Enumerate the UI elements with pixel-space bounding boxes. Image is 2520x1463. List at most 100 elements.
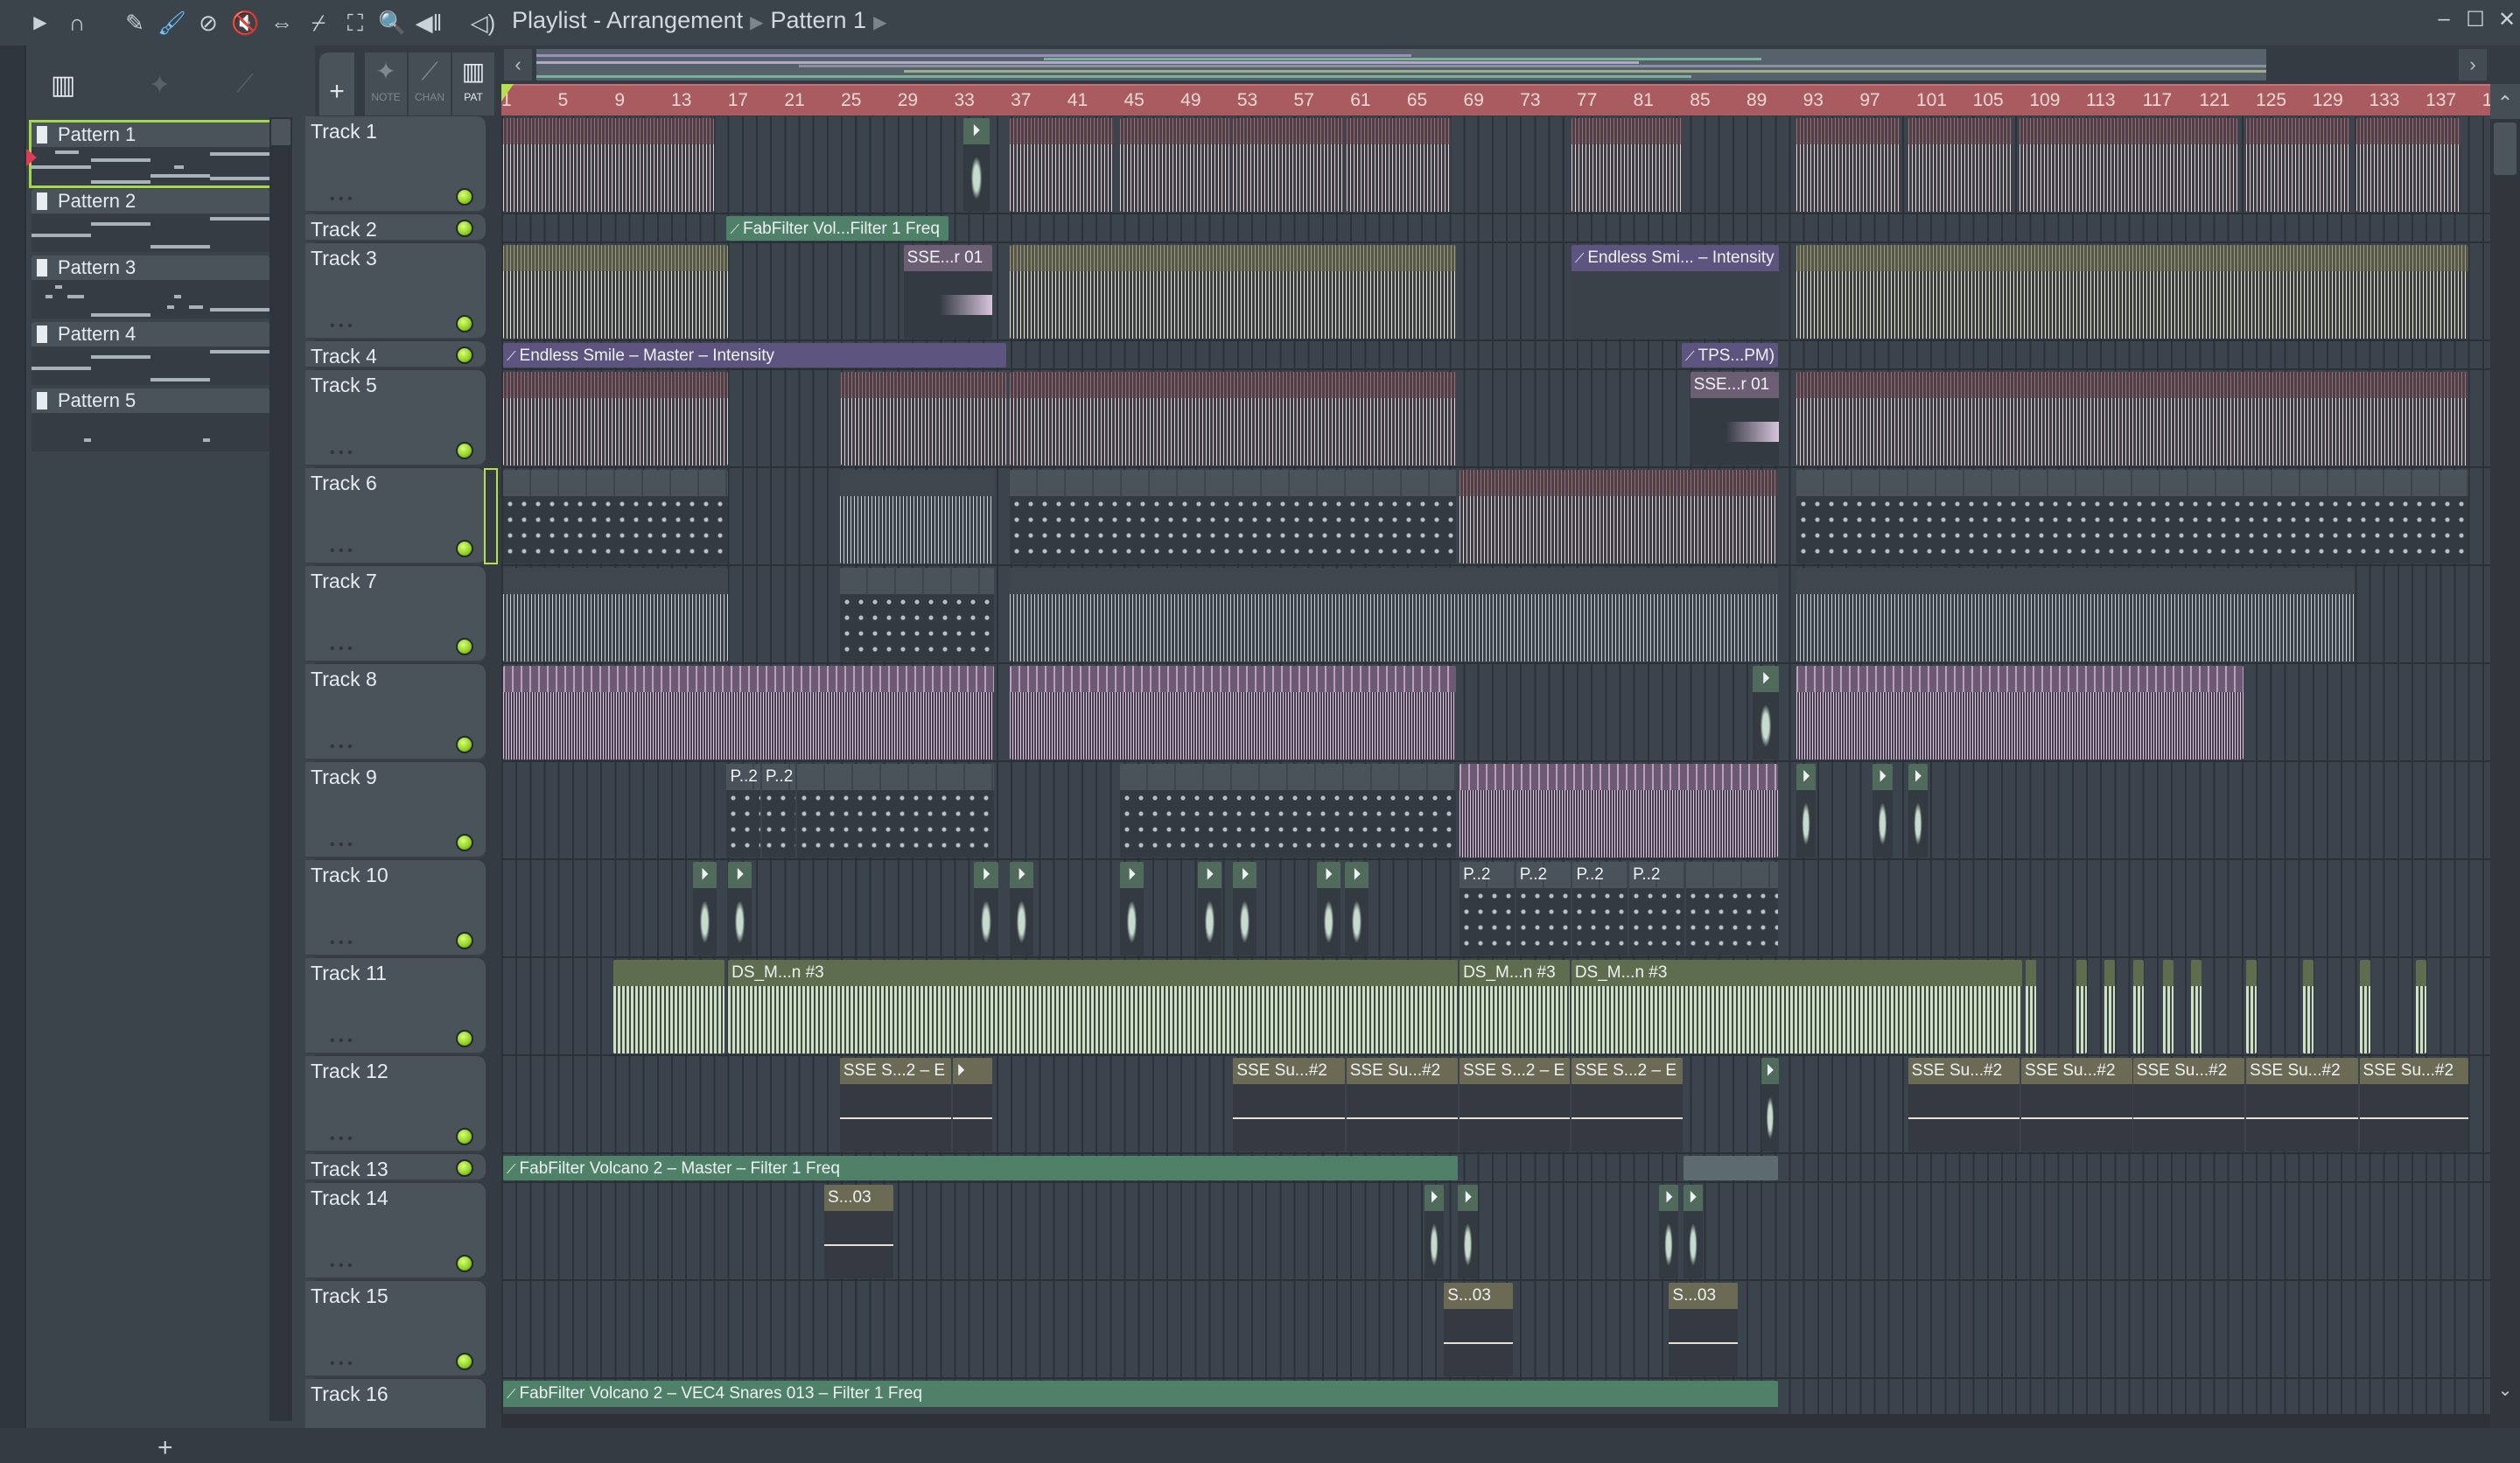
piano-roll-icon[interactable]: ▥ xyxy=(51,70,75,101)
clip[interactable] xyxy=(2025,960,2036,1054)
clip[interactable] xyxy=(2191,960,2202,1054)
clip[interactable]: S...03 xyxy=(824,1185,893,1278)
clip-header[interactable] xyxy=(503,245,728,271)
ruler-bar-number[interactable]: 21 xyxy=(784,90,804,111)
clip-header[interactable] xyxy=(613,960,725,986)
clip-header[interactable]: ⏵ xyxy=(1424,1185,1444,1211)
clip-header[interactable]: ⏵ xyxy=(1009,862,1033,888)
track-mute-led[interactable] xyxy=(456,932,473,949)
clip[interactable] xyxy=(797,764,994,858)
ruler-bar-number[interactable]: 13 xyxy=(671,90,691,111)
pattern-item[interactable]: Pattern 4 xyxy=(32,322,270,385)
pattern-item[interactable]: Pattern 5 xyxy=(32,388,270,452)
clip[interactable] xyxy=(839,470,994,564)
clip-header[interactable] xyxy=(1120,764,1457,790)
clip[interactable]: ⏵ xyxy=(1872,764,1893,858)
clip[interactable]: ⏵ xyxy=(1908,764,1928,858)
clip-header[interactable]: ⏵ xyxy=(962,118,990,144)
clip-header[interactable]: SSE Su...#2 xyxy=(2021,1058,2133,1084)
track-options-icon[interactable]: • • • xyxy=(330,1131,353,1147)
clip-header[interactable]: SSE S...2 – E xyxy=(1571,1058,1684,1084)
ruler-bar-number[interactable]: 137 xyxy=(2426,90,2456,111)
clip-header[interactable]: ⟋ FabFilter Volcano 2 – VEC4 Snares 013 –… xyxy=(503,1381,1778,1407)
clip-header[interactable]: ⏵ xyxy=(1659,1185,1679,1211)
pattern-item[interactable]: Pattern 3 xyxy=(32,256,270,318)
ruler-bar-number[interactable]: 69 xyxy=(1464,90,1484,111)
clip[interactable] xyxy=(1009,568,1778,662)
track-mute-led[interactable] xyxy=(456,315,473,332)
clip[interactable] xyxy=(1683,1156,1778,1180)
clip-header[interactable]: P..2 xyxy=(1460,862,1515,888)
clip-header[interactable]: ⏵ xyxy=(1796,764,1816,790)
clip-header[interactable]: ⟋ FabFilter Volcano 2 – Master – Filter 1… xyxy=(503,1156,1458,1180)
clip[interactable]: ⏵ xyxy=(953,1058,993,1152)
clip[interactable] xyxy=(2416,960,2427,1054)
clip[interactable] xyxy=(1571,118,1684,212)
clip[interactable]: ⟋ FabFilter Vol...Filter 1 Freq xyxy=(726,216,948,241)
track-mute-led[interactable] xyxy=(456,220,473,237)
clip[interactable]: ⟋ Endless Smi... – Intensity xyxy=(1571,245,1780,339)
track-mute-led[interactable] xyxy=(456,1128,473,1145)
track-mute-led[interactable] xyxy=(456,1030,473,1047)
clip[interactable]: ⟋ Endless Smile – Master – Intensity xyxy=(503,343,1007,368)
clip[interactable]: ⏵ xyxy=(1197,862,1222,956)
clip-header[interactable] xyxy=(1796,470,2468,496)
track-mute-led[interactable] xyxy=(456,188,473,206)
clip-header[interactable]: S...03 xyxy=(1444,1283,1514,1309)
close-button[interactable]: ✕ xyxy=(2494,7,2520,33)
clip-header[interactable] xyxy=(1009,118,1115,144)
delete-icon[interactable]: ⊘ xyxy=(194,9,222,37)
track-options-icon[interactable]: • • • xyxy=(330,1356,353,1372)
slice-icon[interactable]: ⌿ xyxy=(304,9,332,37)
ruler-bar-number[interactable]: 53 xyxy=(1237,90,1257,111)
ruler-bar-number[interactable]: 101 xyxy=(1916,90,1947,111)
clip[interactable] xyxy=(1908,118,2012,212)
select-icon[interactable]: ⛶ xyxy=(341,9,369,37)
clip[interactable]: SSE Su...#2 xyxy=(1346,1058,1459,1152)
clip-header[interactable] xyxy=(1460,470,1778,496)
clip-header[interactable] xyxy=(1796,568,2356,594)
clip[interactable] xyxy=(2162,960,2174,1054)
clip[interactable] xyxy=(1120,118,1232,212)
ruler-bar-number[interactable]: 125 xyxy=(2256,90,2286,111)
clip[interactable] xyxy=(1009,666,1457,760)
clip[interactable]: ⏵ xyxy=(1345,862,1369,956)
ruler-bar-number[interactable]: 81 xyxy=(1634,90,1654,111)
clip[interactable] xyxy=(841,372,1007,466)
clip[interactable]: SSE Su...#2 xyxy=(1908,1058,2020,1152)
clip-header[interactable] xyxy=(1346,118,1451,144)
clip-header[interactable]: ⏵ xyxy=(974,862,998,888)
clip-header[interactable]: S...03 xyxy=(824,1185,893,1211)
track-options-icon[interactable]: • • • xyxy=(330,1258,353,1274)
track-options-icon[interactable]: • • • xyxy=(330,837,353,853)
ruler-bar-number[interactable]: 17 xyxy=(728,90,748,111)
clip[interactable]: ⏵ xyxy=(1796,764,1816,858)
tab-pat[interactable]: ▥ PAT xyxy=(452,52,494,116)
clip[interactable] xyxy=(1796,372,2468,466)
track-options-icon[interactable]: • • • xyxy=(330,1033,353,1049)
clip-header[interactable] xyxy=(2025,960,2036,986)
clip[interactable]: SSE...r 01 xyxy=(903,245,993,339)
clip-header[interactable] xyxy=(2162,960,2174,986)
track-header[interactable]: Track 13 xyxy=(305,1154,486,1181)
clip[interactable]: ⏵ xyxy=(1233,862,1257,956)
clip-header[interactable] xyxy=(2356,118,2461,144)
clip-header[interactable]: P..2 xyxy=(1572,862,1628,888)
pattern-header[interactable]: Pattern 5 xyxy=(32,388,270,413)
clip[interactable] xyxy=(1460,470,1778,564)
clip-header[interactable]: ⏵ xyxy=(1760,1058,1780,1084)
scroll-thumb[interactable] xyxy=(2494,122,2516,175)
clip[interactable]: ⏵ xyxy=(692,862,717,956)
magnet-snap-icon[interactable]: ∩ xyxy=(63,9,91,37)
clip-header[interactable]: ⏵ xyxy=(692,862,717,888)
clip[interactable]: DS_M...n #3 xyxy=(1571,960,2023,1054)
ruler-bar-number[interactable]: 45 xyxy=(1124,90,1144,111)
ruler-bar-number[interactable]: 25 xyxy=(841,90,861,111)
clip[interactable]: P..2 xyxy=(1572,862,1628,956)
clip-header[interactable] xyxy=(2076,960,2088,986)
track-mute-led[interactable] xyxy=(456,1353,473,1370)
scroll-up-icon[interactable]: ⌃ xyxy=(2490,84,2520,119)
speaker-icon[interactable]: ◁) xyxy=(469,9,497,37)
horizontal-scrollbar[interactable] xyxy=(501,1414,2490,1428)
clip-header[interactable]: SSE Su...#2 xyxy=(1233,1058,1345,1084)
